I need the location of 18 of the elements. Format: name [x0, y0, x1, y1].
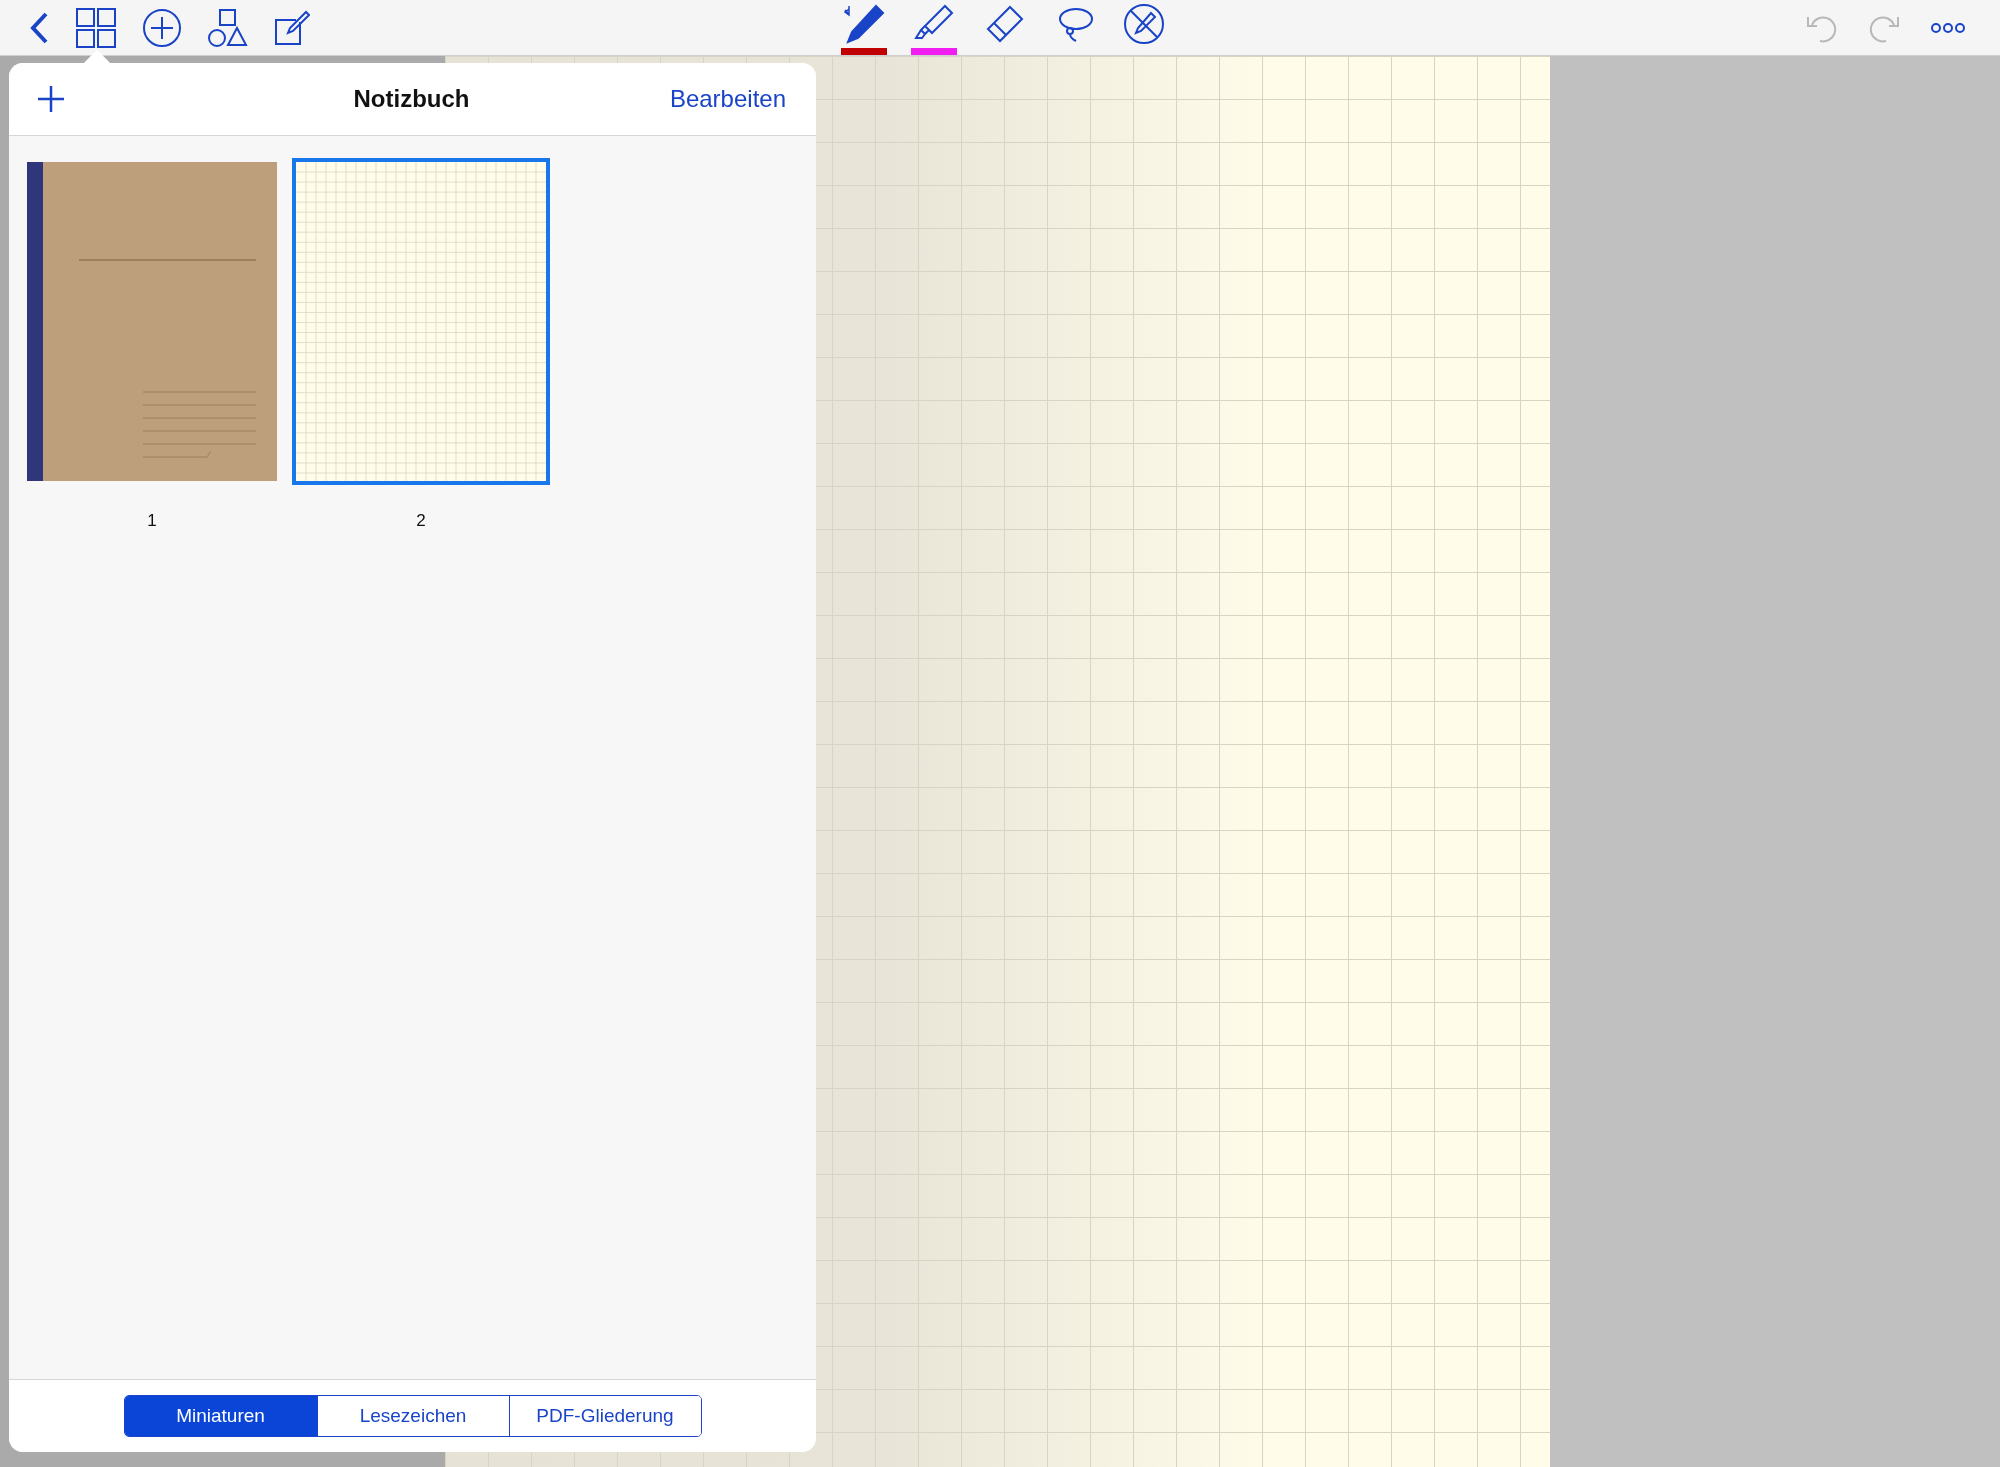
back-icon[interactable]: [28, 10, 50, 45]
more-icon[interactable]: [1930, 21, 1966, 34]
eraser-icon[interactable]: [984, 5, 1024, 43]
edit-icon[interactable]: [274, 9, 310, 46]
page-number: 1: [147, 511, 157, 531]
add-icon[interactable]: [37, 85, 65, 113]
no-pen-icon[interactable]: [1123, 3, 1165, 45]
add-circle-icon[interactable]: [142, 7, 182, 48]
shapes-icon[interactable]: [208, 8, 248, 47]
page-number: 2: [416, 511, 426, 531]
grid-view-icon[interactable]: [76, 7, 116, 48]
color-swatch[interactable]: [841, 48, 887, 55]
segment-tab[interactable]: Miniaturen: [124, 1396, 317, 1436]
edit-button[interactable]: Bearbeiten: [669, 81, 786, 117]
popover-title: Notizbuch: [353, 85, 470, 113]
pen-icon[interactable]: [843, 4, 885, 44]
color-swatch[interactable]: [911, 48, 957, 55]
segment-tab[interactable]: PDF-Gliederung: [508, 1396, 701, 1436]
